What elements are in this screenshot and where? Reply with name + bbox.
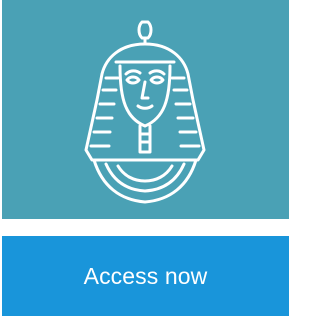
access-card: Access now — [2, 0, 289, 316]
hero-panel — [2, 0, 289, 219]
pharaoh-mask-icon — [2, 0, 289, 219]
access-now-label: Access now — [83, 262, 208, 289]
access-now-button[interactable]: Access now — [2, 236, 289, 316]
